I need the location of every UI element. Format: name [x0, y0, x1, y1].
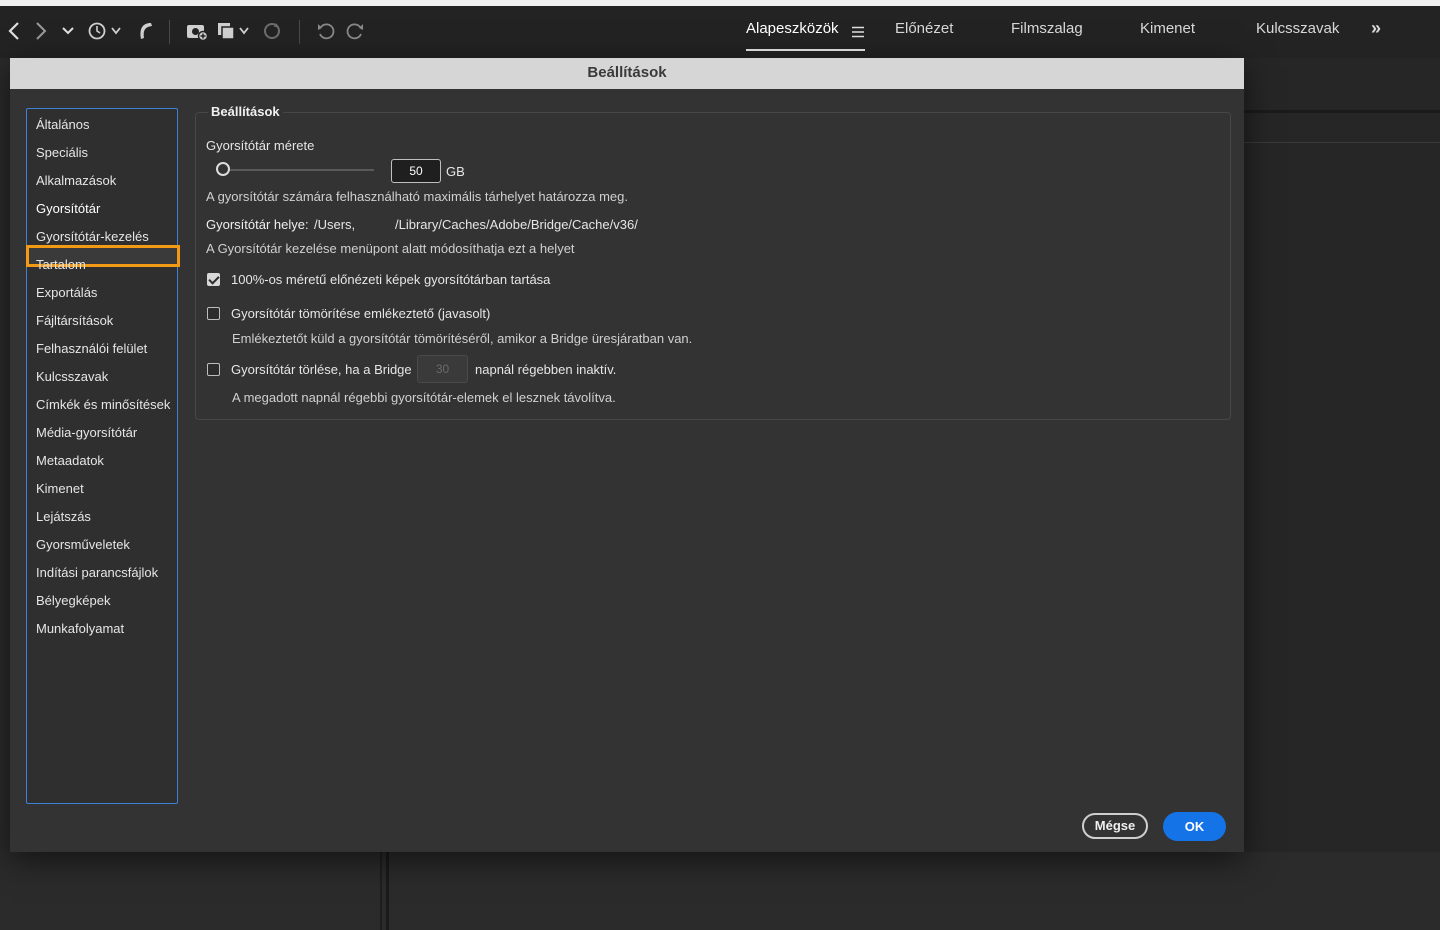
- category-item[interactable]: Általános: [36, 117, 89, 132]
- rotate-left-icon[interactable]: [315, 18, 337, 44]
- workspace-tab-output[interactable]: Kimenet: [1140, 20, 1195, 37]
- purge-inactive-suffix: napnál régebben inaktív.: [475, 362, 617, 377]
- category-item[interactable]: Kulcsszavak: [36, 369, 108, 384]
- compact-reminder-description: Emlékeztetőt küld a gyorsítótár tömöríté…: [232, 331, 693, 346]
- cache-size-slider-track[interactable]: [224, 169, 374, 171]
- keep-full-previews-label[interactable]: 100%-os méretű előnézeti képek gyorsítót…: [231, 272, 550, 287]
- toolbar-separator: [299, 20, 300, 44]
- workspace-tab-filmstrip[interactable]: Filmszalag: [1011, 20, 1083, 37]
- category-item[interactable]: Exportálás: [36, 285, 97, 300]
- refresh-icon[interactable]: [261, 18, 283, 44]
- category-item[interactable]: Munkafolyamat: [36, 621, 124, 636]
- compact-reminder-checkbox[interactable]: [207, 307, 220, 320]
- cache-size-unit: GB: [446, 164, 465, 179]
- category-item-selected[interactable]: Gyorsítótár: [36, 201, 100, 216]
- background-divider: [1244, 142, 1440, 143]
- background-divider: [380, 852, 382, 930]
- rotate-right-icon[interactable]: [344, 18, 366, 44]
- category-item[interactable]: Tartalom: [36, 257, 86, 272]
- chevron-down-icon[interactable]: [60, 18, 76, 44]
- workspace-tab-essentials[interactable]: Alapeszközök: [746, 20, 839, 37]
- category-item[interactable]: Speciális: [36, 145, 88, 160]
- purge-days-input[interactable]: 30: [417, 355, 468, 383]
- category-item[interactable]: Címkék és minősítések: [36, 397, 170, 412]
- keep-full-previews-checkbox[interactable]: [207, 273, 220, 286]
- category-item[interactable]: Lejátszás: [36, 509, 91, 524]
- category-list: Általános Speciális Alkalmazások Gyorsít…: [26, 108, 180, 804]
- background-divider: [1244, 110, 1440, 113]
- cache-location-path-start: /Users,: [314, 217, 356, 232]
- category-item[interactable]: Média-gyorsítótár: [36, 425, 137, 440]
- category-item[interactable]: Gyorsítótár-kezelés: [36, 229, 149, 244]
- cache-size-input[interactable]: 50: [391, 159, 441, 183]
- workspace-overflow-button[interactable]: »: [1371, 18, 1381, 39]
- background-content-area: [0, 852, 1440, 930]
- workspace-tab-preview[interactable]: Előnézet: [895, 20, 953, 37]
- cache-size-label: Gyorsítótár mérete: [206, 138, 315, 153]
- back-arrow-icon[interactable]: [6, 18, 22, 44]
- dialog-title: Beállítások: [10, 58, 1244, 89]
- category-item[interactable]: Metaadatok: [36, 453, 104, 468]
- settings-group-title: Beállítások: [208, 104, 283, 119]
- cache-location-description: A Gyorsítótár kezelése menüpont alatt mó…: [206, 241, 575, 256]
- forward-arrow-icon[interactable]: [33, 18, 49, 44]
- background-divider: [386, 852, 389, 930]
- compact-reminder-label[interactable]: Gyorsítótár tömörítése emlékeztető (java…: [231, 306, 490, 321]
- category-item[interactable]: Alkalmazások: [36, 173, 116, 188]
- cache-location-path-end: /Library/Caches/Adobe/Bridge/Cache/v36/: [395, 217, 638, 232]
- preferences-dialog: Beállítások Általános Speciális Alkalmaz…: [10, 58, 1244, 852]
- workspace-tab-keywords[interactable]: Kulcsszavak: [1256, 20, 1339, 37]
- active-tab-underline: [746, 49, 865, 51]
- hamburger-icon[interactable]: [850, 19, 866, 45]
- cache-size-slider-handle[interactable]: [216, 162, 230, 176]
- category-item[interactable]: Bélyegképek: [36, 593, 110, 608]
- purge-inactive-checkbox[interactable]: [207, 363, 220, 376]
- toolbar-separator: [169, 20, 170, 44]
- category-item[interactable]: Kimenet: [36, 481, 84, 496]
- copy-stack-icon[interactable]: [216, 18, 252, 44]
- category-item[interactable]: Felhasználói felület: [36, 341, 147, 356]
- purge-inactive-description: A megadott napnál régebbi gyorsítótár-el…: [232, 390, 616, 405]
- toolbar: Alapeszközök Előnézet Filmszalag Kimenet…: [0, 6, 1440, 58]
- recent-history-icon[interactable]: [86, 18, 124, 44]
- background-panel: [1244, 58, 1440, 930]
- purge-inactive-label[interactable]: Gyorsítótár törlése, ha a Bridge: [231, 362, 412, 377]
- category-item[interactable]: Fájltársítások: [36, 313, 113, 328]
- category-item[interactable]: Gyorsműveletek: [36, 537, 130, 552]
- category-item[interactable]: Indítási parancsfájlok: [36, 565, 158, 580]
- camera-import-icon[interactable]: [185, 18, 209, 44]
- boomerang-icon[interactable]: [134, 18, 156, 44]
- cache-size-description: A gyorsítótár számára felhasználható max…: [206, 189, 628, 204]
- ok-button[interactable]: OK: [1163, 812, 1226, 841]
- cancel-button[interactable]: Mégse: [1082, 813, 1148, 839]
- cache-location-label: Gyorsítótár helye:: [206, 217, 309, 232]
